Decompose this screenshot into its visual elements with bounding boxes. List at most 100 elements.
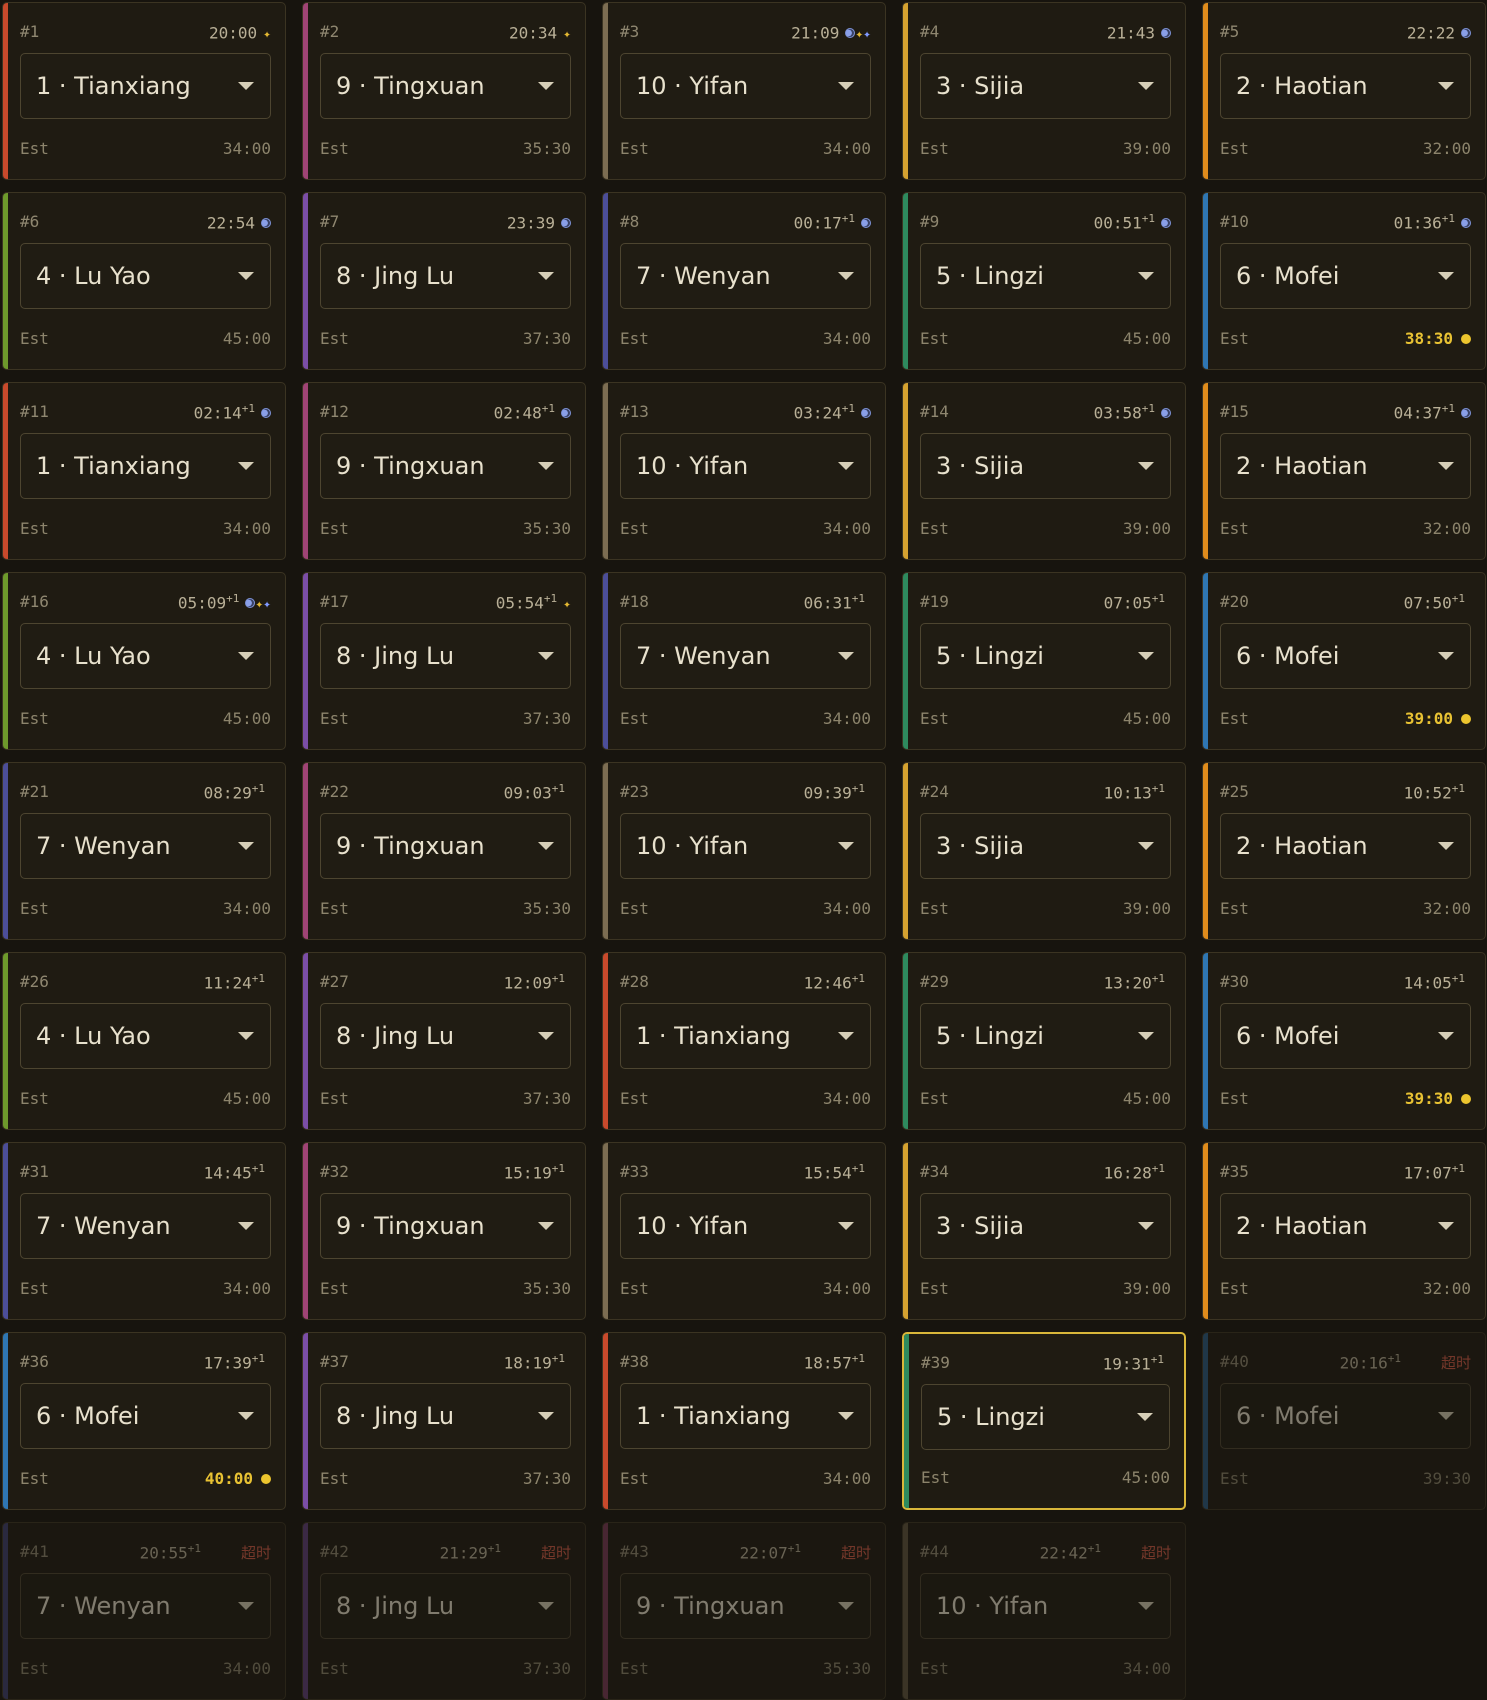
- slot-card[interactable]: #15 04:37+1 2 · Haotian Est 32:00: [1202, 382, 1486, 560]
- assignee-dropdown[interactable]: 10 · Yifan: [920, 1573, 1171, 1639]
- slot-card[interactable]: #2 20:34 ✦ 9 · Tingxuan Est 35:30: [302, 2, 586, 180]
- slot-card[interactable]: #17 05:54+1 ✦ 8 · Jing Lu Est 37:30: [302, 572, 586, 750]
- slot-card[interactable]: #5 22:22 2 · Haotian Est 32:00: [1202, 2, 1486, 180]
- slot-card[interactable]: #38 18:57+1 1 · Tianxiang Est 34:00: [602, 1332, 886, 1510]
- assignee-dropdown[interactable]: 8 · Jing Lu: [320, 1573, 571, 1639]
- slot-card[interactable]: #32 15:19+1 9 · Tingxuan Est 35:30: [302, 1142, 586, 1320]
- chevron-down-icon: [538, 82, 554, 90]
- assignee-dropdown[interactable]: 4 · Lu Yao: [20, 243, 271, 309]
- slot-card[interactable]: #9 00:51+1 5 · Lingzi Est 45:00: [902, 192, 1186, 370]
- assignee-dropdown[interactable]: 2 · Haotian: [1220, 53, 1471, 119]
- est-label: Est: [320, 519, 349, 538]
- slot-card[interactable]: #41 20:55+1 超时 7 · Wenyan Est 34:00: [2, 1522, 286, 1700]
- assignee-dropdown[interactable]: 7 · Wenyan: [20, 1193, 271, 1259]
- assignee-dropdown[interactable]: 10 · Yifan: [620, 813, 871, 879]
- slot-card[interactable]: #16 05:09+1 ✦✦ 4 · Lu Yao Est 45:00: [2, 572, 286, 750]
- assignee-dropdown[interactable]: 7 · Wenyan: [20, 813, 271, 879]
- assignee-dropdown[interactable]: 5 · Lingzi: [920, 243, 1171, 309]
- slot-card[interactable]: #8 00:17+1 7 · Wenyan Est 34:00: [602, 192, 886, 370]
- assignee-dropdown[interactable]: 5 · Lingzi: [920, 1003, 1171, 1069]
- slot-card[interactable]: #44 22:42+1 超时 10 · Yifan Est 34:00: [902, 1522, 1186, 1700]
- assignee-dropdown[interactable]: 4 · Lu Yao: [20, 1003, 271, 1069]
- assignee-dropdown[interactable]: 4 · Lu Yao: [20, 623, 271, 689]
- assignee-dropdown[interactable]: 8 · Jing Lu: [320, 623, 571, 689]
- assignee-dropdown[interactable]: 7 · Wenyan: [620, 243, 871, 309]
- slot-card[interactable]: #33 15:54+1 10 · Yifan Est 34:00: [602, 1142, 886, 1320]
- slot-card[interactable]: #19 07:05+1 5 · Lingzi Est 45:00: [902, 572, 1186, 750]
- assignee-dropdown[interactable]: 2 · Haotian: [1220, 1193, 1471, 1259]
- est-label: Est: [620, 899, 649, 918]
- slot-card[interactable]: #27 12:09+1 8 · Jing Lu Est 37:30: [302, 952, 586, 1130]
- assignee-dropdown[interactable]: 5 · Lingzi: [921, 1384, 1170, 1450]
- assignee-dropdown[interactable]: 7 · Wenyan: [620, 623, 871, 689]
- slot-card[interactable]: #42 21:29+1 超时 8 · Jing Lu Est 37:30: [302, 1522, 586, 1700]
- assignee-dropdown[interactable]: 8 · Jing Lu: [320, 1003, 571, 1069]
- slot-card[interactable]: #37 18:19+1 8 · Jing Lu Est 37:30: [302, 1332, 586, 1510]
- assignee-dropdown[interactable]: 7 · Wenyan: [20, 1573, 271, 1639]
- assignee-value: 1 · Tianxiang: [36, 72, 191, 100]
- day-offset: +1: [1387, 1352, 1401, 1366]
- slot-card[interactable]: #14 03:58+1 3 · Sijia Est 39:00: [902, 382, 1186, 560]
- time-group: 01:36+1: [1394, 212, 1471, 232]
- slot-card[interactable]: #34 16:28+1 3 · Sijia Est 39:00: [902, 1142, 1186, 1320]
- assignee-dropdown[interactable]: 6 · Mofei: [1220, 623, 1471, 689]
- assignee-dropdown[interactable]: 10 · Yifan: [620, 1193, 871, 1259]
- assignee-dropdown[interactable]: 1 · Tianxiang: [20, 433, 271, 499]
- assignee-dropdown[interactable]: 5 · Lingzi: [920, 623, 1171, 689]
- time-group: 15:54+1: [804, 1162, 871, 1182]
- slot-card[interactable]: #10 01:36+1 6 · Mofei Est 38:30: [1202, 192, 1486, 370]
- slot-card[interactable]: #1 20:00 ✦ 1 · Tianxiang Est 34:00: [2, 2, 286, 180]
- assignee-dropdown[interactable]: 8 · Jing Lu: [320, 1383, 571, 1449]
- assignee-dropdown[interactable]: 3 · Sijia: [920, 53, 1171, 119]
- slot-card[interactable]: #11 02:14+1 1 · Tianxiang Est 34:00: [2, 382, 286, 560]
- slot-card[interactable]: #21 08:29+1 7 · Wenyan Est 34:00: [2, 762, 286, 940]
- slot-card[interactable]: #7 23:39 8 · Jing Lu Est 37:30: [302, 192, 586, 370]
- assignee-dropdown[interactable]: 1 · Tianxiang: [620, 1003, 871, 1069]
- assignee-dropdown[interactable]: 6 · Mofei: [20, 1383, 271, 1449]
- assignee-dropdown[interactable]: 6 · Mofei: [1220, 1383, 1471, 1449]
- slot-card[interactable]: #30 14:05+1 6 · Mofei Est 39:30: [1202, 952, 1486, 1130]
- slot-card[interactable]: #31 14:45+1 7 · Wenyan Est 34:00: [2, 1142, 286, 1320]
- assignee-dropdown[interactable]: 3 · Sijia: [920, 433, 1171, 499]
- chevron-down-icon: [1138, 82, 1154, 90]
- slot-card[interactable]: #6 22:54 4 · Lu Yao Est 45:00: [2, 192, 286, 370]
- moon-icon: [561, 217, 571, 228]
- slot-card[interactable]: #40 20:16+1 超时 6 · Mofei Est 39:30: [1202, 1332, 1486, 1510]
- assignee-dropdown[interactable]: 1 · Tianxiang: [620, 1383, 871, 1449]
- slot-card[interactable]: #29 13:20+1 5 · Lingzi Est 45:00: [902, 952, 1186, 1130]
- assignee-dropdown[interactable]: 9 · Tingxuan: [620, 1573, 871, 1639]
- slot-card[interactable]: #35 17:07+1 2 · Haotian Est 32:00: [1202, 1142, 1486, 1320]
- assignee-dropdown[interactable]: 2 · Haotian: [1220, 813, 1471, 879]
- slot-card[interactable]: #4 21:43 3 · Sijia Est 39:00: [902, 2, 1186, 180]
- slot-card[interactable]: #20 07:50+1 6 · Mofei Est 39:00: [1202, 572, 1486, 750]
- slot-card[interactable]: #36 17:39+1 6 · Mofei Est 40:00: [2, 1332, 286, 1510]
- assignee-dropdown[interactable]: 9 · Tingxuan: [320, 813, 571, 879]
- slot-card[interactable]: #26 11:24+1 4 · Lu Yao Est 45:00: [2, 952, 286, 1130]
- card-header: #16 05:09+1 ✦✦: [20, 588, 271, 614]
- slot-card[interactable]: #23 09:39+1 10 · Yifan Est 34:00: [602, 762, 886, 940]
- assignee-dropdown[interactable]: 9 · Tingxuan: [320, 433, 571, 499]
- assignee-dropdown[interactable]: 6 · Mofei: [1220, 1003, 1471, 1069]
- day-offset: +1: [187, 1542, 201, 1556]
- assignee-dropdown[interactable]: 2 · Haotian: [1220, 433, 1471, 499]
- assignee-dropdown[interactable]: 10 · Yifan: [620, 53, 871, 119]
- assignee-dropdown[interactable]: 8 · Jing Lu: [320, 243, 571, 309]
- assignee-dropdown[interactable]: 1 · Tianxiang: [20, 53, 271, 119]
- slot-card[interactable]: #18 06:31+1 7 · Wenyan Est 34:00: [602, 572, 886, 750]
- slot-card[interactable]: #39 19:31+1 5 · Lingzi Est 45:00: [902, 1332, 1186, 1510]
- slot-card[interactable]: #24 10:13+1 3 · Sijia Est 39:00: [902, 762, 1186, 940]
- slot-card[interactable]: #22 09:03+1 9 · Tingxuan Est 35:30: [302, 762, 586, 940]
- assignee-dropdown[interactable]: 10 · Yifan: [620, 433, 871, 499]
- assignee-dropdown[interactable]: 3 · Sijia: [920, 1193, 1171, 1259]
- assignee-dropdown[interactable]: 9 · Tingxuan: [320, 53, 571, 119]
- slot-card[interactable]: #3 21:09 ✦✦ 10 · Yifan Est 34:00: [602, 2, 886, 180]
- assignee-dropdown[interactable]: 6 · Mofei: [1220, 243, 1471, 309]
- slot-card[interactable]: #28 12:46+1 1 · Tianxiang Est 34:00: [602, 952, 886, 1130]
- slot-card[interactable]: #25 10:52+1 2 · Haotian Est 32:00: [1202, 762, 1486, 940]
- est-label: Est: [620, 139, 649, 158]
- slot-card[interactable]: #13 03:24+1 10 · Yifan Est 34:00: [602, 382, 886, 560]
- slot-card[interactable]: #12 02:48+1 9 · Tingxuan Est 35:30: [302, 382, 586, 560]
- assignee-dropdown[interactable]: 9 · Tingxuan: [320, 1193, 571, 1259]
- assignee-dropdown[interactable]: 3 · Sijia: [920, 813, 1171, 879]
- slot-card[interactable]: #43 22:07+1 超时 9 · Tingxuan Est 35:30: [602, 1522, 886, 1700]
